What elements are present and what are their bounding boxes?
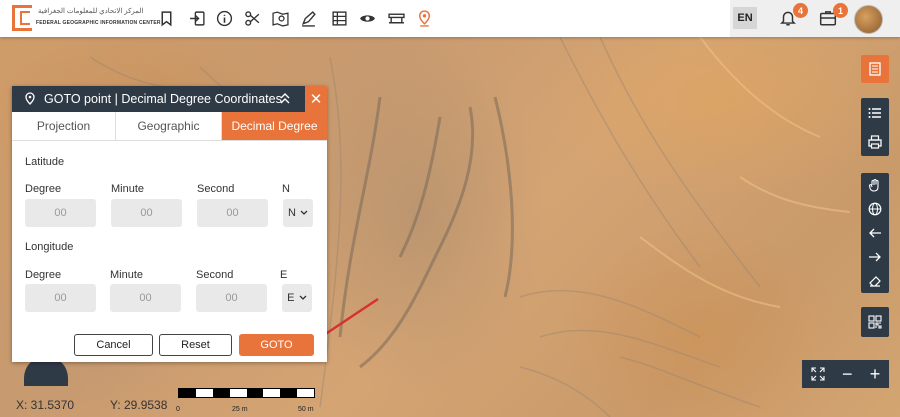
- longitude-second-label: Second: [196, 269, 234, 281]
- document-icon: [869, 62, 881, 76]
- location-pin-icon: [25, 92, 35, 105]
- reset-button[interactable]: Reset: [159, 334, 232, 356]
- y-coordinate: Y: 29.9538: [110, 398, 168, 412]
- hand-icon: [868, 178, 879, 192]
- latitude-hemisphere-value: N: [288, 207, 296, 219]
- notifications-badge: 4: [793, 3, 808, 18]
- eraser-button[interactable]: [861, 270, 889, 293]
- info-icon[interactable]: [213, 7, 235, 29]
- printer-icon: [868, 134, 882, 149]
- location-pin-icon[interactable]: [413, 7, 435, 29]
- longitude-hemisphere-label: E: [280, 269, 288, 281]
- print-button[interactable]: [861, 130, 889, 153]
- next-extent-button[interactable]: [861, 246, 889, 269]
- tab-decimal-degree[interactable]: Decimal Degree: [222, 112, 327, 140]
- arrow-right-icon: [869, 252, 881, 262]
- logo-arabic-text: المركز الاتحادي للمعلومات الجغرافية: [38, 8, 144, 15]
- goto-point-dialog: GOTO point | Decimal Degree Coordinates …: [12, 86, 327, 362]
- qr-code-button[interactable]: [861, 311, 889, 334]
- list-print-group: [861, 98, 889, 156]
- logo-mark-inner: [20, 11, 30, 25]
- messages-badge: 1: [833, 3, 848, 18]
- latitude-hemisphere-select[interactable]: N: [283, 199, 313, 227]
- pan-button[interactable]: [861, 174, 889, 197]
- coordinate-tabs: Projection Geographic Decimal Degree: [12, 112, 327, 141]
- scale-label-mid: 25 m: [232, 406, 248, 413]
- zoom-controls: − +: [802, 360, 889, 388]
- dialog-title: GOTO point | Decimal Degree Coordinates: [44, 92, 282, 106]
- eraser-icon: [869, 276, 881, 287]
- longitude-hemisphere-select[interactable]: E: [282, 284, 312, 312]
- chevron-down-icon: [300, 210, 308, 215]
- latitude-minute-input[interactable]: 00: [111, 199, 182, 227]
- longitude-section-label: Longitude: [25, 241, 74, 253]
- arrow-left-icon: [869, 228, 881, 238]
- layers-icon[interactable]: [385, 7, 407, 29]
- logo-english-text: FEDERAL GEOGRAPHIC INFORMATION CENTER: [36, 20, 161, 26]
- latitude-second-input[interactable]: 00: [197, 199, 268, 227]
- dialog-header: GOTO point | Decimal Degree Coordinates …: [12, 86, 327, 112]
- avatar[interactable]: [854, 5, 883, 34]
- latitude-minute-label: Minute: [111, 183, 145, 195]
- goto-button[interactable]: GOTO: [239, 334, 314, 356]
- logo[interactable]: المركز الاتحادي للمعلومات الجغرافية FEDE…: [12, 5, 161, 33]
- longitude-second-input[interactable]: 00: [196, 284, 267, 312]
- table-icon[interactable]: [328, 7, 350, 29]
- qr-code-icon: [868, 315, 882, 329]
- tab-projection[interactable]: Projection: [12, 112, 116, 140]
- annotation-arrow: [317, 297, 379, 341]
- messages-button[interactable]: 1: [814, 3, 848, 31]
- longitude-degree-label: Degree: [25, 269, 62, 281]
- latitude-degree-label: Degree: [25, 183, 62, 195]
- close-button[interactable]: ✕: [305, 86, 327, 112]
- notifications-button[interactable]: 4: [774, 3, 808, 31]
- scissors-icon[interactable]: [241, 7, 263, 29]
- tab-geographic[interactable]: Geographic: [116, 112, 222, 140]
- longitude-hemisphere-value: E: [287, 292, 295, 304]
- fullscreen-icon[interactable]: [811, 367, 825, 381]
- previous-extent-button[interactable]: [861, 222, 889, 245]
- scale-label-end: 50 m: [298, 406, 314, 413]
- login-icon[interactable]: [186, 7, 208, 29]
- longitude-minute-label: Minute: [110, 269, 144, 281]
- qr-group: [861, 307, 889, 337]
- list-icon: [868, 107, 881, 118]
- legend-button[interactable]: [861, 55, 889, 83]
- longitude-minute-input[interactable]: 00: [110, 284, 181, 312]
- language-button[interactable]: EN: [733, 7, 757, 29]
- eye-icon[interactable]: [356, 7, 378, 29]
- close-icon: ✕: [309, 91, 323, 108]
- cancel-button[interactable]: Cancel: [74, 334, 153, 356]
- globe-icon: [868, 202, 882, 216]
- chevron-down-icon: [299, 295, 307, 300]
- coordinate-readout: X: 31.5370 Y: 29.9538: [0, 393, 900, 417]
- longitude-degree-input[interactable]: 00: [25, 284, 96, 312]
- latitude-hemisphere-label: N: [282, 183, 290, 195]
- scale-bar: [178, 388, 315, 398]
- map-search-icon[interactable]: [269, 7, 291, 29]
- full-extent-button[interactable]: [861, 198, 889, 221]
- latitude-second-label: Second: [197, 183, 235, 195]
- zoom-out-button[interactable]: −: [842, 364, 853, 385]
- latitude-section-label: Latitude: [25, 156, 65, 168]
- scale-label-start: 0: [176, 406, 180, 413]
- list-button[interactable]: [861, 101, 889, 124]
- bookmark-icon[interactable]: [155, 7, 177, 29]
- x-coordinate: X: 31.5370: [16, 398, 75, 412]
- collapse-icon[interactable]: [278, 91, 292, 105]
- navigation-tools: [861, 173, 889, 293]
- draw-icon[interactable]: [297, 7, 319, 29]
- latitude-degree-input[interactable]: 00: [25, 199, 96, 227]
- top-bar: المركز الاتحادي للمعلومات الجغرافية FEDE…: [0, 0, 900, 37]
- zoom-in-button[interactable]: +: [870, 364, 881, 385]
